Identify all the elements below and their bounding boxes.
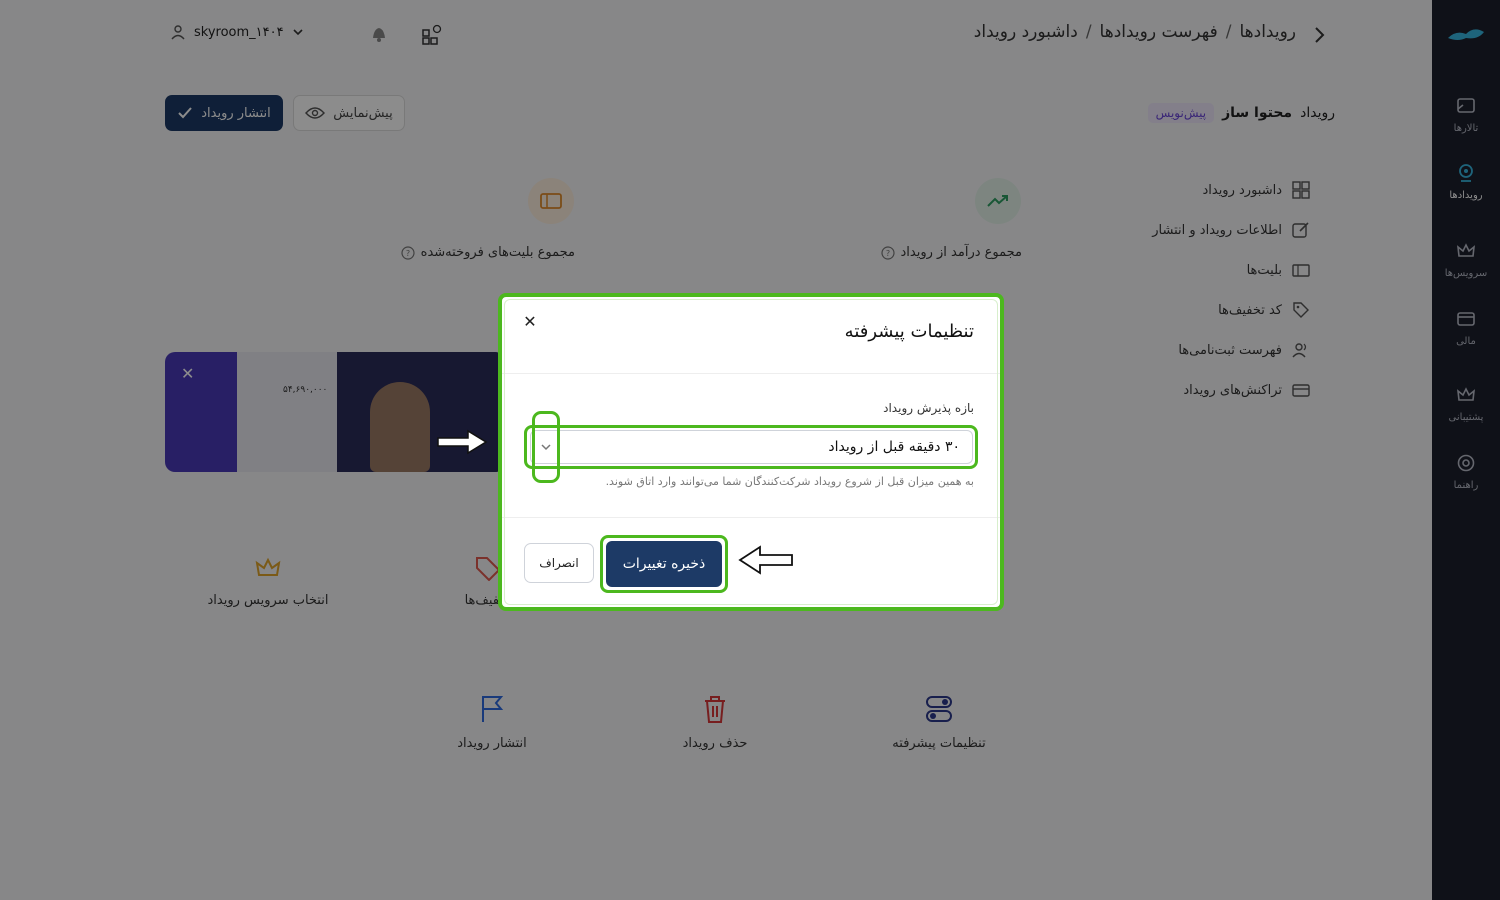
close-icon[interactable]: ✕	[520, 311, 540, 331]
save-button[interactable]: ذخیره تغییرات	[606, 541, 722, 587]
divider	[502, 517, 1000, 518]
cancel-button[interactable]: انصراف	[524, 543, 594, 583]
acceptance-window-select[interactable]: ۳۰ دقیقه قبل از رویداد	[530, 430, 973, 464]
arrow-right-icon	[437, 429, 488, 455]
select-value: ۳۰ دقیقه قبل از رویداد	[828, 439, 960, 455]
acceptance-window-label: بازه پذیرش رویداد	[883, 401, 974, 415]
modal-title: تنظیمات پیشرفته	[844, 321, 974, 342]
arrow-left-icon	[738, 545, 793, 575]
chevron-down-icon[interactable]	[540, 441, 552, 453]
divider	[502, 373, 1000, 374]
field-hint: به همین میزان قبل از شروع رویداد شرکت‌کن…	[605, 475, 974, 488]
